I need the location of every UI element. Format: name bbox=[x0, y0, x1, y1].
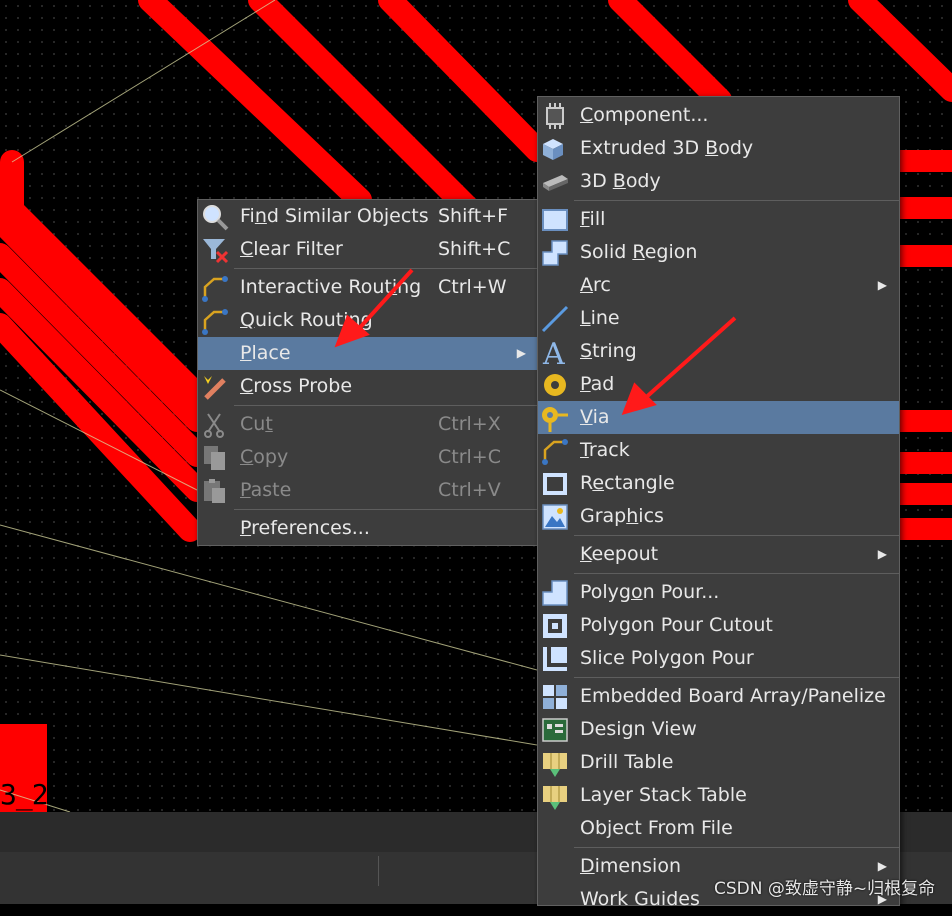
watermark: CSDN @致虚守静~归根复命 bbox=[714, 879, 936, 899]
pad bbox=[900, 245, 952, 267]
menu-separator bbox=[234, 268, 538, 269]
menu-item-object-from-file[interactable]: Object From File bbox=[538, 812, 899, 845]
trace bbox=[378, 0, 549, 162]
menu-item-place[interactable]: Place ▶ bbox=[198, 337, 538, 370]
shortcut: Ctrl+X bbox=[438, 413, 501, 435]
submenu-arrow-icon: ▶ bbox=[516, 346, 526, 360]
layer-stack-table-icon bbox=[540, 781, 570, 811]
menu-separator bbox=[574, 535, 899, 536]
menu-item-cut[interactable]: Cut Ctrl+X bbox=[198, 408, 538, 441]
menu-separator bbox=[574, 573, 899, 574]
pad-icon bbox=[540, 370, 570, 400]
pad bbox=[900, 452, 952, 474]
line-icon bbox=[540, 304, 570, 334]
pad bbox=[900, 197, 952, 219]
ratsnest-line bbox=[0, 654, 538, 746]
slice-polygon-pour-icon bbox=[540, 644, 570, 674]
component-designator: 3_2 bbox=[0, 778, 49, 811]
component-icon bbox=[540, 101, 570, 131]
design-view-icon bbox=[540, 715, 570, 745]
menu-item-find-similar-objects[interactable]: Find Similar Objects Shift+F bbox=[198, 200, 538, 233]
menu-item-pad[interactable]: Pad bbox=[538, 368, 899, 401]
shortcut: Ctrl+C bbox=[438, 446, 501, 468]
menu-item-drill-table[interactable]: Drill Table bbox=[538, 746, 899, 779]
find-similar-icon bbox=[200, 202, 230, 232]
menu-item-arc[interactable]: Arc ▶ bbox=[538, 269, 899, 302]
track-icon bbox=[540, 436, 570, 466]
menu-separator bbox=[574, 677, 899, 678]
menu-item-polygon-pour[interactable]: Polygon Pour... bbox=[538, 576, 899, 609]
ratsnest-line bbox=[0, 524, 538, 671]
menu-separator bbox=[574, 200, 899, 201]
drill-table-icon bbox=[540, 748, 570, 778]
polygon-pour-icon bbox=[540, 578, 570, 608]
interactive-routing-icon bbox=[200, 273, 230, 303]
shortcut: Ctrl+V bbox=[438, 479, 501, 501]
menu-item-slice-polygon-pour[interactable]: Slice Polygon Pour bbox=[538, 642, 899, 675]
menu-item-solid-region[interactable]: Solid Region bbox=[538, 236, 899, 269]
trace bbox=[608, 0, 732, 112]
menu-item-interactive-routing[interactable]: Interactive Routing Ctrl+W bbox=[198, 271, 538, 304]
menu-item-rectangle[interactable]: Rectangle bbox=[538, 467, 899, 500]
trace bbox=[138, 0, 372, 212]
solid-region-icon bbox=[540, 238, 570, 268]
submenu-arrow-icon: ▶ bbox=[877, 278, 887, 292]
menu-item-cross-probe[interactable]: Cross Probe bbox=[198, 370, 538, 403]
menu-item-polygon-pour-cutout[interactable]: Polygon Pour Cutout bbox=[538, 609, 899, 642]
place-submenu: Component... Extruded 3D Body 3D Body Fi… bbox=[537, 96, 900, 910]
cut-icon bbox=[200, 410, 230, 440]
rectangle-icon bbox=[540, 469, 570, 499]
menu-item-copy[interactable]: Copy Ctrl+C bbox=[198, 441, 538, 474]
fill-icon bbox=[540, 205, 570, 235]
submenu-arrow-icon: ▶ bbox=[877, 547, 887, 561]
menu-item-extruded-3d-body[interactable]: Extruded 3D Body bbox=[538, 132, 899, 165]
menu-item-quick-routing[interactable]: Quick Routing bbox=[198, 304, 538, 337]
menu-item-clear-filter[interactable]: Clear Filter Shift+C bbox=[198, 233, 538, 266]
polygon-pour-cutout-icon bbox=[540, 611, 570, 641]
menu-item-design-view[interactable]: Design View bbox=[538, 713, 899, 746]
menu-item-embedded-board-array[interactable]: Embedded Board Array/Panelize bbox=[538, 680, 899, 713]
pad bbox=[900, 410, 952, 432]
string-icon: A bbox=[540, 337, 570, 372]
menu-separator bbox=[234, 405, 538, 406]
clear-filter-icon bbox=[200, 235, 230, 265]
shortcut: Shift+C bbox=[438, 238, 511, 260]
menu-separator bbox=[574, 847, 899, 848]
copy-icon bbox=[200, 443, 230, 473]
3d-body-icon bbox=[540, 167, 570, 197]
embedded-board-array-icon bbox=[540, 682, 570, 712]
menu-item-component[interactable]: Component... bbox=[538, 99, 899, 132]
quick-routing-icon bbox=[200, 306, 230, 336]
trace bbox=[848, 0, 952, 102]
shortcut: Shift+F bbox=[438, 205, 509, 227]
menu-item-layer-stack-table[interactable]: Layer Stack Table bbox=[538, 779, 899, 812]
shortcut: Ctrl+W bbox=[438, 276, 507, 298]
context-menu: Find Similar Objects Shift+F Clear Filte… bbox=[197, 199, 539, 546]
menu-item-graphics[interactable]: Graphics bbox=[538, 500, 899, 533]
via-icon bbox=[540, 403, 570, 433]
pad bbox=[900, 518, 952, 540]
menu-item-3d-body[interactable]: 3D Body bbox=[538, 165, 899, 198]
pad bbox=[900, 483, 952, 505]
pad bbox=[900, 150, 952, 172]
menu-item-via[interactable]: Via bbox=[538, 401, 899, 434]
menu-item-keepout[interactable]: Keepout ▶ bbox=[538, 538, 899, 571]
menu-item-paste[interactable]: Paste Ctrl+V bbox=[198, 474, 538, 507]
menu-item-string[interactable]: A String bbox=[538, 335, 899, 372]
menu-item-line[interactable]: Line bbox=[538, 302, 899, 335]
menu-item-preferences[interactable]: Preferences... bbox=[198, 512, 538, 545]
menu-item-fill[interactable]: Fill bbox=[538, 203, 899, 236]
menu-separator bbox=[234, 509, 538, 510]
cross-probe-icon bbox=[200, 372, 230, 402]
paste-icon bbox=[200, 476, 230, 506]
menu-item-track[interactable]: Track bbox=[538, 434, 899, 467]
extruded-3d-body-icon bbox=[540, 134, 570, 164]
svg-text:A: A bbox=[542, 337, 565, 367]
graphics-icon bbox=[540, 502, 570, 532]
